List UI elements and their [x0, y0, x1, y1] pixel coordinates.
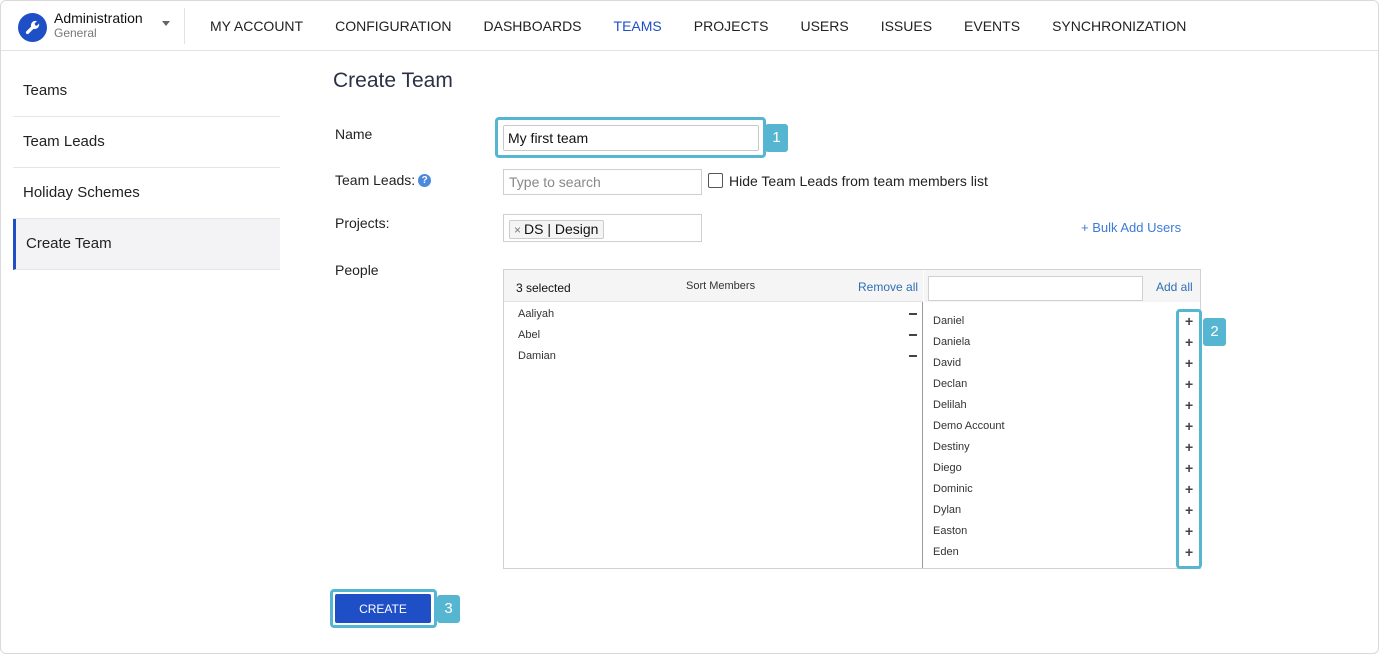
app-window: Administration General MY ACCOUNT CONFIG…: [0, 0, 1379, 654]
wrench-icon: [18, 13, 47, 42]
list-item: Aaliyah: [504, 306, 923, 327]
main-nav: MY ACCOUNT CONFIGURATION DASHBOARDS TEAM…: [194, 1, 1202, 51]
nav-my-account[interactable]: MY ACCOUNT: [194, 18, 319, 34]
user-name: Demo Account: [933, 420, 1005, 432]
sort-members-button[interactable]: Sort Members: [686, 280, 755, 292]
member-name: Abel: [518, 329, 541, 341]
projects-label: Projects:: [335, 215, 390, 231]
people-label: People: [335, 262, 379, 278]
user-name: Destiny: [933, 441, 970, 453]
user-name: Eden: [933, 546, 959, 558]
list-item: Dylan +: [924, 502, 1200, 523]
list-item: Demo Account +: [924, 418, 1200, 439]
nav-synchronization[interactable]: SYNCHRONIZATION: [1036, 18, 1202, 34]
top-navigation: Administration General MY ACCOUNT CONFIG…: [1, 1, 1378, 51]
user-name: Daniela: [933, 336, 971, 348]
user-name: Dominic: [933, 483, 973, 495]
name-label: Name: [335, 126, 373, 142]
minus-icon[interactable]: [909, 355, 917, 357]
list-item: Delilah +: [924, 397, 1200, 418]
project-tag-label: DS | Design: [524, 221, 599, 237]
nav-users[interactable]: USERS: [784, 18, 864, 34]
minus-icon[interactable]: [909, 334, 917, 336]
sidebar-item-holiday-schemes[interactable]: Holiday Schemes: [13, 168, 280, 219]
nav-issues[interactable]: ISSUES: [865, 18, 948, 34]
nav-dashboards[interactable]: DASHBOARDS: [468, 18, 598, 34]
list-item: Damian: [504, 348, 923, 369]
people-picker: 3 selected Sort Members Remove all Aaliy…: [503, 269, 1201, 569]
member-name: Damian: [518, 350, 556, 362]
sidebar-item-teams[interactable]: Teams: [13, 66, 280, 117]
callout-badge-1: 1: [765, 124, 788, 152]
callout-highlight-2: [1176, 309, 1202, 569]
member-name: Aaliyah: [518, 308, 555, 320]
list-item: Abel: [504, 327, 923, 348]
list-item: Daniela +: [924, 334, 1200, 355]
selected-members-pane: 3 selected Sort Members Remove all Aaliy…: [504, 270, 923, 568]
team-leads-search-input[interactable]: [503, 169, 702, 195]
list-item: Diego +: [924, 460, 1200, 481]
list-item: Easton +: [924, 523, 1200, 544]
create-button[interactable]: CREATE: [335, 594, 431, 623]
hide-team-leads-label: Hide Team Leads from team members list: [729, 173, 988, 189]
nav-configuration[interactable]: CONFIGURATION: [319, 18, 467, 34]
callout-badge-3: 3: [437, 595, 460, 623]
sidebar-item-team-leads[interactable]: Team Leads: [13, 117, 280, 168]
team-leads-label: Team Leads:?: [335, 172, 432, 188]
remove-tag-icon[interactable]: ×: [514, 223, 521, 237]
question-circle-icon[interactable]: ?: [418, 174, 432, 187]
list-item: David +: [924, 355, 1200, 376]
users-search-input[interactable]: [928, 276, 1143, 301]
callout-badge-2: 2: [1203, 318, 1226, 346]
admin-switcher[interactable]: Administration General: [15, 10, 185, 44]
selected-members-list: Aaliyah Abel Damian: [504, 306, 923, 369]
user-name: Dylan: [933, 504, 962, 516]
nav-events[interactable]: EVENTS: [948, 18, 1036, 34]
brand-title: Administration: [54, 10, 143, 26]
team-name-input[interactable]: [503, 125, 759, 151]
list-item: Declan +: [924, 376, 1200, 397]
minus-icon[interactable]: [909, 313, 917, 315]
nav-teams[interactable]: TEAMS: [598, 18, 678, 34]
user-name: Easton: [933, 525, 968, 537]
brand-subtitle: General: [54, 26, 97, 40]
remove-all-link[interactable]: Remove all: [858, 280, 918, 294]
list-item: Destiny +: [924, 439, 1200, 460]
user-name: Delilah: [933, 399, 967, 411]
sidebar: Teams Team Leads Holiday Schemes Create …: [13, 66, 280, 270]
user-name: Diego: [933, 462, 962, 474]
list-item: Eden +: [924, 544, 1200, 565]
team-leads-label-text: Team Leads:: [335, 172, 416, 188]
nav-projects[interactable]: PROJECTS: [678, 18, 785, 34]
projects-input[interactable]: × DS | Design: [503, 214, 702, 242]
chevron-down-icon: [162, 21, 170, 26]
add-all-link[interactable]: Add all: [1156, 280, 1193, 294]
user-name: Daniel: [933, 315, 965, 327]
available-users-pane: Add all Daniel + Daniela + David + Declan + …: [924, 270, 1200, 568]
selected-members-header: 3 selected Sort Members Remove all: [504, 270, 923, 302]
available-users-header: Add all: [924, 270, 1200, 302]
hide-team-leads-checkbox[interactable]: [708, 173, 723, 188]
available-users-list: Daniel + Daniela + David + Declan + Delilah +…: [924, 313, 1200, 565]
project-tag: × DS | Design: [509, 220, 605, 239]
selected-count: 3 selected: [516, 281, 571, 295]
list-item: Dominic +: [924, 481, 1200, 502]
page-title: Create Team: [333, 69, 453, 92]
nav-divider: [184, 8, 185, 44]
list-item: Daniel +: [924, 313, 1200, 334]
sidebar-item-create-team[interactable]: Create Team: [13, 219, 280, 270]
user-name: David: [933, 357, 962, 369]
user-name: Declan: [933, 378, 968, 390]
bulk-add-users-link[interactable]: + Bulk Add Users: [1081, 220, 1181, 235]
